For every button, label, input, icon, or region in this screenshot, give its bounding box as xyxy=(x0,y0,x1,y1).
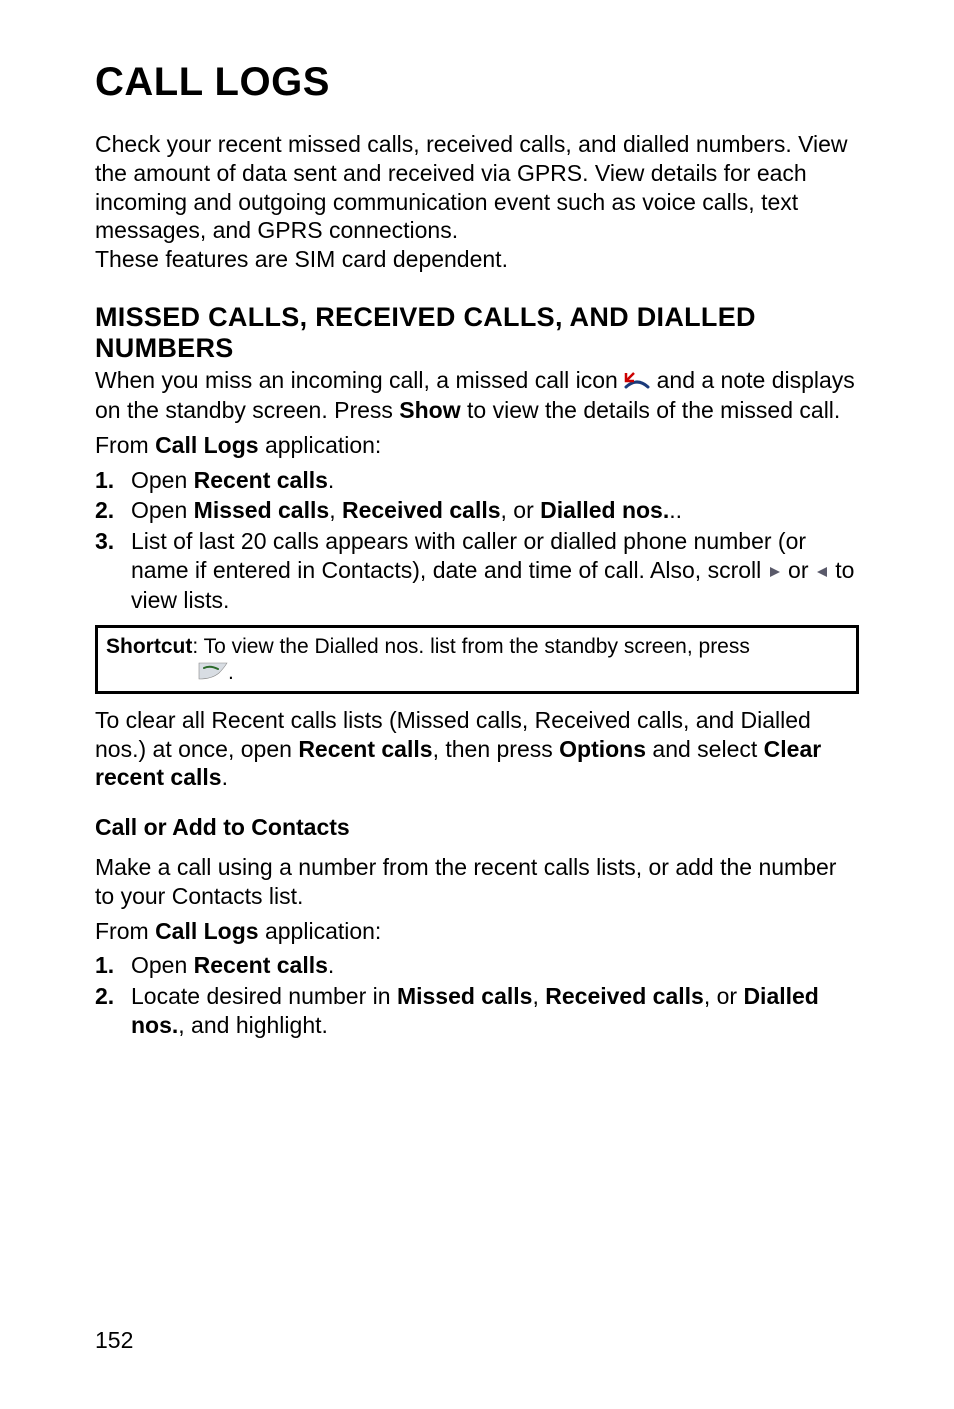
section1-p2: From Call Logs application: xyxy=(95,431,859,460)
shortcut-label: Shortcut xyxy=(106,635,192,658)
step-text: List of last 20 calls appears with calle… xyxy=(131,527,859,615)
text: to view the details of the missed call. xyxy=(461,397,841,423)
scroll-left-icon xyxy=(815,557,829,586)
step-text: Open Recent calls. xyxy=(131,951,859,980)
list-item: 2. Locate desired number in Missed calls… xyxy=(95,982,859,1040)
section1-clear: To clear all Recent calls lists (Missed … xyxy=(95,706,859,792)
bold: Received calls xyxy=(342,497,501,523)
text: . xyxy=(328,952,334,978)
text: .. xyxy=(669,497,682,523)
bold: Recent calls xyxy=(194,467,328,493)
send-key-icon xyxy=(198,661,228,687)
text: . xyxy=(222,764,228,790)
bold-call-logs: Call Logs xyxy=(155,432,259,458)
text: When you miss an incoming call, a missed… xyxy=(95,367,624,393)
text: : To view the Dialled nos. list from the… xyxy=(192,635,750,658)
list-item: 3. List of last 20 calls appears with ca… xyxy=(95,527,859,615)
step-text: Locate desired number in Missed calls, R… xyxy=(131,982,859,1040)
step-number: 2. xyxy=(95,496,131,525)
step-text: Open Missed calls, Received calls, or Di… xyxy=(131,496,859,525)
shortcut-box: Shortcut: To view the Dialled nos. list … xyxy=(95,625,859,694)
bold-show: Show xyxy=(399,397,460,423)
text: , and highlight. xyxy=(178,1012,328,1038)
page-number: 152 xyxy=(95,1327,133,1354)
text: and select xyxy=(646,736,764,762)
bold: Dialled nos. xyxy=(540,497,669,523)
text: . xyxy=(228,661,234,684)
text: From xyxy=(95,918,155,944)
step-number: 2. xyxy=(95,982,131,1040)
list-item: 1. Open Recent calls. xyxy=(95,951,859,980)
bold: Recent calls xyxy=(194,952,328,978)
section-heading-missed-calls: MISSED CALLS, RECEIVED CALLS, AND DIALLE… xyxy=(95,302,859,364)
intro-paragraph-2: These features are SIM card dependent. xyxy=(95,245,859,274)
step-number: 3. xyxy=(95,527,131,615)
section1-p1: When you miss an incoming call, a missed… xyxy=(95,366,859,425)
bold: Recent calls xyxy=(298,736,432,762)
section2-steps: 1. Open Recent calls. 2. Locate desired … xyxy=(95,951,859,1039)
text: , xyxy=(329,497,342,523)
bold: Options xyxy=(559,736,646,762)
text: or xyxy=(782,557,815,583)
section-heading-call-or-add: Call or Add to Contacts xyxy=(95,814,859,841)
list-item: 1. Open Recent calls. xyxy=(95,466,859,495)
section2-p1: Make a call using a number from the rece… xyxy=(95,853,859,911)
scroll-right-icon xyxy=(768,557,782,586)
text: List of last 20 calls appears with calle… xyxy=(131,528,806,583)
text: application: xyxy=(259,918,382,944)
section2-p2: From Call Logs application: xyxy=(95,917,859,946)
bold: Missed calls xyxy=(194,497,330,523)
step-number: 1. xyxy=(95,951,131,980)
text: application: xyxy=(259,432,382,458)
section1-steps: 1. Open Recent calls. 2. Open Missed cal… xyxy=(95,466,859,615)
missed-call-icon xyxy=(624,367,650,396)
bold: Received calls xyxy=(545,983,704,1009)
text: Open xyxy=(131,497,194,523)
text: Locate desired number in xyxy=(131,983,397,1009)
text: . xyxy=(328,467,334,493)
text: From xyxy=(95,432,155,458)
bold-call-logs: Call Logs xyxy=(155,918,259,944)
step-text: Open Recent calls. xyxy=(131,466,859,495)
text: , or xyxy=(501,497,541,523)
page-title: CALL LOGS xyxy=(95,60,859,105)
text: Open xyxy=(131,467,194,493)
intro-paragraph-1: Check your recent missed calls, received… xyxy=(95,130,859,245)
document-page: CALL LOGS Check your recent missed calls… xyxy=(0,0,954,1090)
step-number: 1. xyxy=(95,466,131,495)
text: , xyxy=(532,983,545,1009)
text: Open xyxy=(131,952,194,978)
text: , then press xyxy=(433,736,560,762)
bold: Missed calls xyxy=(397,983,533,1009)
list-item: 2. Open Missed calls, Received calls, or… xyxy=(95,496,859,525)
text: , or xyxy=(704,983,744,1009)
